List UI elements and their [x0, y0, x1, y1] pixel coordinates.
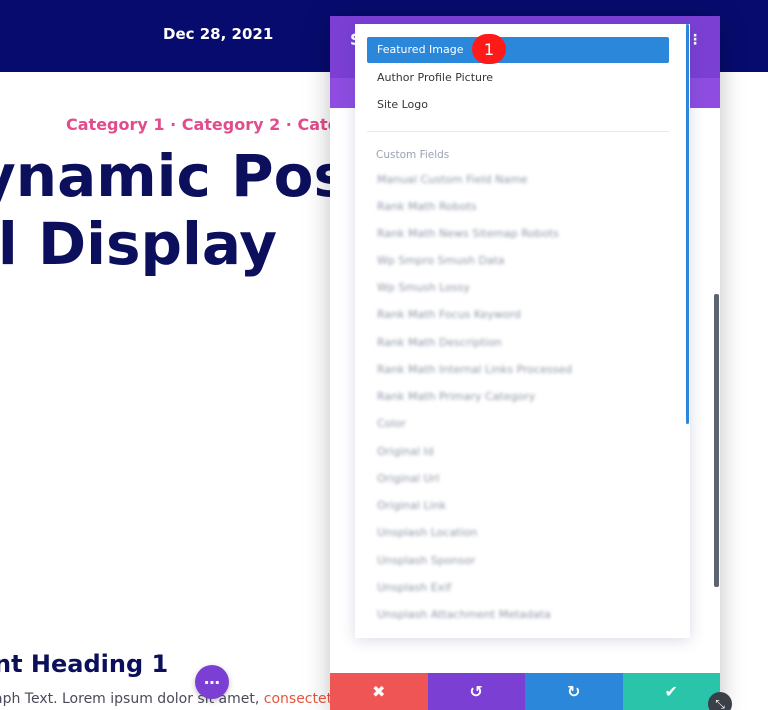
- custom-field-option[interactable]: Unsplash Attachment Metadata: [367, 602, 669, 628]
- custom-field-option[interactable]: Wp Smush Lossy: [367, 275, 669, 301]
- resize-icon[interactable]: ⤡: [708, 692, 732, 710]
- undo-button[interactable]: ↺: [427, 673, 525, 710]
- custom-field-option[interactable]: Rank Math Primary Category: [367, 384, 669, 410]
- custom-field-option[interactable]: Unsplash Sponsor: [367, 548, 669, 574]
- dynamic-content-dropdown: Featured Image Author Profile Picture Si…: [355, 24, 690, 638]
- kebab-menu-icon[interactable]: ⋮: [688, 32, 702, 48]
- discard-button[interactable]: ✖: [330, 673, 428, 710]
- modal-footer: ✖ ↺ ↻ ✔: [330, 673, 720, 710]
- post-title-line: ynamic Post: [0, 142, 376, 210]
- body-paragraph: aph Text. Lorem ipsum dolor sit amet, co…: [0, 691, 360, 707]
- annotation-badge: 1: [472, 34, 506, 64]
- dropdown-option-featured-image[interactable]: Featured Image: [367, 37, 669, 63]
- custom-field-option[interactable]: Color: [367, 411, 669, 437]
- custom-field-option[interactable]: Rank Math Internal Links Processed: [367, 357, 669, 383]
- close-icon: ✖: [372, 682, 386, 701]
- custom-field-option[interactable]: Rank Math News Sitemap Robots: [367, 221, 669, 247]
- custom-field-option[interactable]: Unsplash Exif: [367, 575, 669, 601]
- modal-scrollbar[interactable]: [714, 294, 719, 587]
- custom-field-option[interactable]: Original Url: [367, 466, 669, 492]
- custom-field-option[interactable]: Original Link: [367, 493, 669, 519]
- dropdown-option-author-profile-picture[interactable]: Author Profile Picture: [367, 65, 669, 91]
- redo-icon: ↻: [567, 682, 581, 701]
- custom-field-option[interactable]: Unsplash Location: [367, 520, 669, 546]
- custom-field-option[interactable]: Rank Math Robots: [367, 194, 669, 220]
- post-title: ynamic Post ll Display: [0, 142, 376, 278]
- custom-field-option[interactable]: Rank Math Focus Keyword: [367, 302, 669, 328]
- post-date: Dec 28, 2021: [163, 25, 274, 43]
- custom-fields-section-label: Custom Fields: [376, 149, 450, 161]
- more-horizontal-icon: ⋯: [204, 672, 220, 692]
- custom-field-option[interactable]: Manual Custom Field Name: [367, 167, 669, 193]
- dropdown-scrollbar[interactable]: [686, 24, 689, 424]
- custom-field-option[interactable]: Wp Smpro Smush Data: [367, 248, 669, 274]
- dropdown-option-site-logo[interactable]: Site Logo: [367, 92, 669, 118]
- custom-field-option[interactable]: Original Id: [367, 439, 669, 465]
- post-title-line: ll Display: [0, 210, 278, 278]
- redo-button[interactable]: ↻: [525, 673, 623, 710]
- save-button[interactable]: ✔: [622, 673, 720, 710]
- more-options-button[interactable]: ⋯: [195, 665, 229, 699]
- content-heading: nt Heading 1: [0, 650, 169, 678]
- dropdown-divider: [367, 131, 669, 132]
- custom-field-option[interactable]: Rank Math Description: [367, 330, 669, 356]
- undo-icon: ↺: [469, 682, 483, 701]
- check-icon: ✔: [664, 682, 678, 701]
